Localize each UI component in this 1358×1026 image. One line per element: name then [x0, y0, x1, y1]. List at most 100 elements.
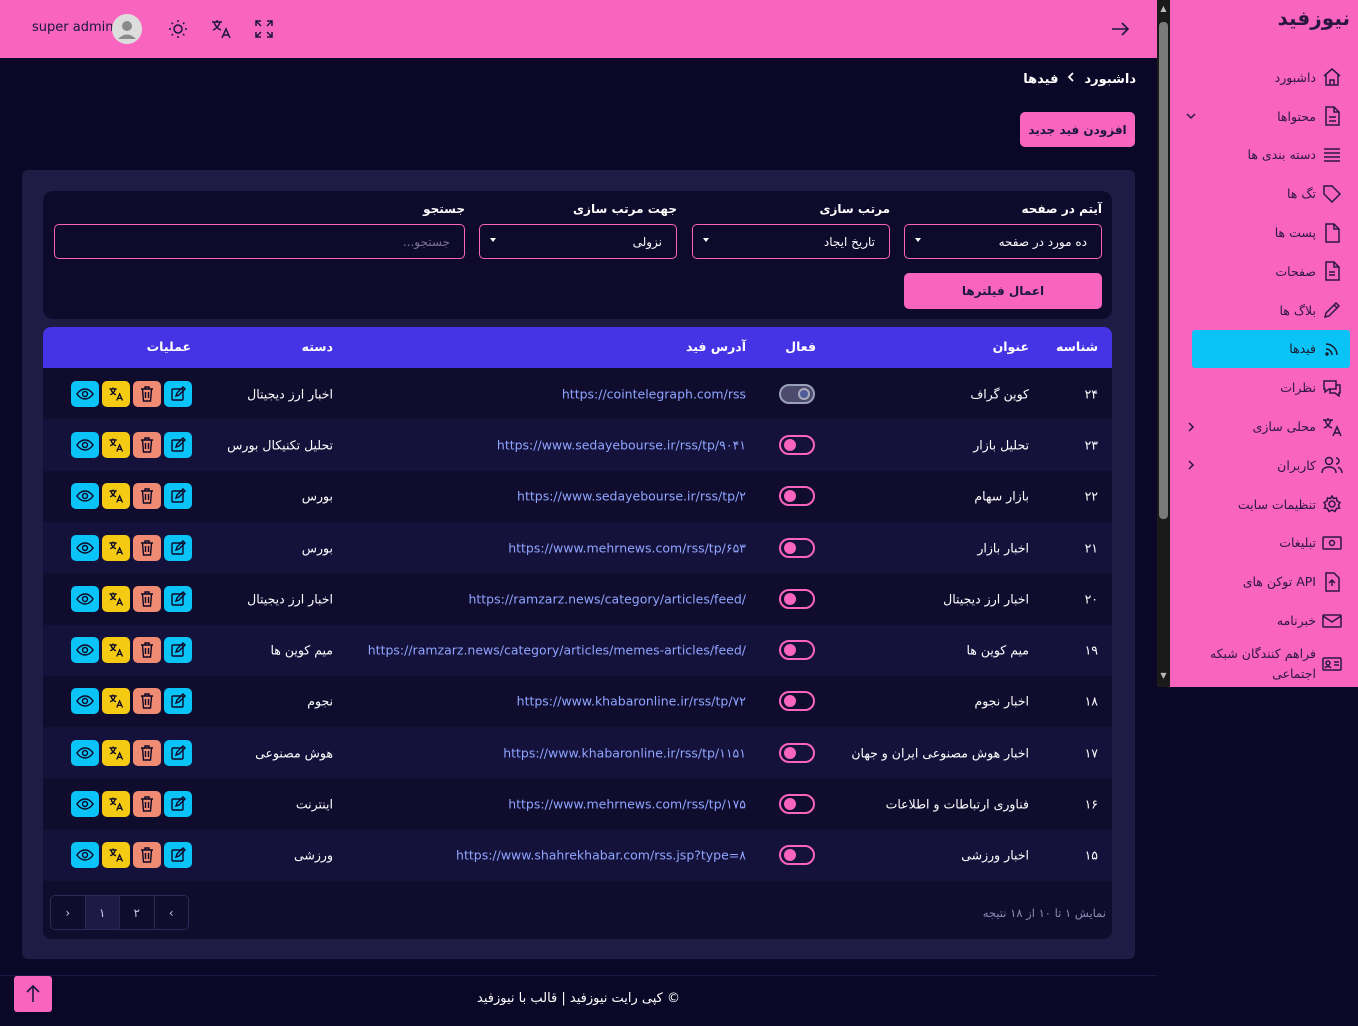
view-eye-icon[interactable] [71, 842, 99, 869]
edit-icon[interactable] [164, 791, 192, 818]
per-page-select[interactable]: ده مورد در صفحه [904, 224, 1102, 259]
sidebar-item-users[interactable]: کاربران [1170, 446, 1358, 485]
order-select[interactable]: نزولی [479, 224, 677, 259]
active-toggle[interactable] [779, 691, 815, 712]
active-toggle[interactable] [779, 434, 815, 455]
admin-name[interactable]: super admin [32, 20, 113, 35]
edit-icon[interactable] [164, 688, 192, 715]
sidebar-item-site-settings[interactable]: تنظیمات سایت [1170, 485, 1358, 524]
delete-trash-icon[interactable] [133, 637, 161, 664]
sidebar-item-tags[interactable]: تگ ها [1170, 174, 1358, 213]
view-eye-icon[interactable] [71, 483, 99, 510]
edit-icon[interactable] [164, 431, 192, 458]
add-feed-button[interactable]: افزودن فید جدید [1020, 112, 1135, 147]
scrollbar-thumb[interactable] [1159, 22, 1168, 519]
sidebar-item-feeds[interactable]: فیدها [1192, 329, 1350, 369]
active-toggle[interactable] [779, 640, 815, 661]
view-eye-icon[interactable] [71, 380, 99, 407]
header-id[interactable]: شناسه [1056, 339, 1098, 354]
delete-trash-icon[interactable] [133, 380, 161, 407]
view-eye-icon[interactable] [71, 585, 99, 612]
sidebar-item-api-tokens[interactable]: توکن های API [1170, 562, 1358, 601]
feed-url[interactable]: https://www.sedayebourse.ir/rss/tp/۲ [517, 489, 746, 504]
delete-trash-icon[interactable] [133, 791, 161, 818]
sidebar-item-dashboard[interactable]: داشبورد [1170, 58, 1358, 97]
sidebar-item-blogs[interactable]: بلاگ ها [1170, 291, 1358, 330]
breadcrumb-home[interactable]: داشبورد [1084, 72, 1136, 87]
feed-url[interactable]: https://ramzarz.news/category/articles/f… [468, 591, 746, 606]
active-toggle[interactable] [779, 588, 815, 609]
sort-select[interactable]: تاریخ ایجاد [692, 224, 890, 259]
feed-url[interactable]: https://www.khabaronline.ir/rss/tp/۱۱۵۱ [503, 745, 746, 760]
translate-icon[interactable] [102, 688, 130, 715]
translate-icon[interactable] [102, 431, 130, 458]
edit-icon[interactable] [164, 637, 192, 664]
translate-icon[interactable] [102, 739, 130, 766]
active-toggle[interactable] [779, 486, 815, 507]
scroll-up-arrow-icon[interactable]: ▲ [1159, 4, 1168, 14]
feed-url[interactable]: https://www.mehrnews.com/rss/tp/۱۷۵ [508, 797, 746, 812]
feed-url[interactable]: https://www.khabaronline.ir/rss/tp/۷۲ [517, 694, 746, 709]
view-eye-icon[interactable] [71, 637, 99, 664]
pagination-page-1[interactable]: ۱ [85, 896, 120, 929]
scroll-down-arrow-icon[interactable]: ▼ [1159, 671, 1168, 681]
active-toggle[interactable] [779, 383, 815, 404]
view-eye-icon[interactable] [71, 739, 99, 766]
active-toggle[interactable] [779, 845, 815, 866]
delete-trash-icon[interactable] [133, 431, 161, 458]
feed-url[interactable]: https://www.shahrekhabar.com/rss.jsp?typ… [456, 848, 746, 863]
view-eye-icon[interactable] [71, 431, 99, 458]
view-eye-icon[interactable] [71, 534, 99, 561]
sidebar-item-contents[interactable]: محتواها [1170, 97, 1358, 136]
delete-trash-icon[interactable] [133, 739, 161, 766]
avatar[interactable] [112, 14, 142, 44]
edit-icon[interactable] [164, 534, 192, 561]
delete-trash-icon[interactable] [133, 483, 161, 510]
edit-icon[interactable] [164, 842, 192, 869]
active-toggle[interactable] [779, 794, 815, 815]
fullscreen-icon[interactable] [250, 15, 278, 43]
edit-icon[interactable] [164, 483, 192, 510]
theme-toggle-sun-icon[interactable] [164, 15, 192, 43]
translate-icon[interactable] [102, 585, 130, 612]
sidebar-item-newsletter[interactable]: خبرنامه [1170, 601, 1358, 640]
sidebar-item-localization[interactable]: محلی سازی [1170, 407, 1358, 446]
sidebar-item-ads[interactable]: تبلیغات [1170, 524, 1358, 563]
arrow-right-icon[interactable] [1106, 15, 1134, 43]
edit-icon[interactable] [164, 739, 192, 766]
sidebar-item-social-providers[interactable]: فراهم کنندگان شبکه اجتماعی [1170, 640, 1358, 688]
active-toggle[interactable] [779, 537, 815, 558]
pagination-prev-icon[interactable]: ‹ [155, 896, 189, 929]
apply-filters-button[interactable]: اعمال فیلترها [904, 273, 1102, 309]
delete-trash-icon[interactable] [133, 688, 161, 715]
feed-url[interactable]: https://www.mehrnews.com/rss/tp/۶۵۳ [508, 540, 746, 555]
delete-trash-icon[interactable] [133, 534, 161, 561]
translate-icon[interactable] [102, 380, 130, 407]
pagination-page-2[interactable]: ۲ [120, 896, 155, 929]
page-scrollbar[interactable]: ▲ ▼ [1157, 0, 1170, 687]
header-title[interactable]: عنوان [993, 339, 1029, 354]
feed-url[interactable]: https://cointelegraph.com/rss [562, 386, 746, 401]
translate-icon[interactable] [102, 534, 130, 561]
feed-url[interactable]: https://www.sedayebourse.ir/rss/tp/۹۰۴۱ [497, 437, 746, 452]
translate-icon[interactable] [102, 791, 130, 818]
edit-icon[interactable] [164, 585, 192, 612]
header-category[interactable]: دسته [302, 339, 333, 354]
sidebar-item-categories[interactable]: دسته بندی ها [1170, 136, 1358, 175]
pagination-next-icon[interactable]: › [51, 896, 86, 929]
view-eye-icon[interactable] [71, 791, 99, 818]
active-toggle[interactable] [779, 742, 815, 763]
header-active[interactable]: فعال [785, 339, 816, 354]
sidebar-item-comments[interactable]: نظرات [1170, 368, 1358, 407]
search-input[interactable]: جستجو... [54, 224, 465, 259]
view-eye-icon[interactable] [71, 688, 99, 715]
sidebar-item-pages[interactable]: صفحات [1170, 252, 1358, 291]
delete-trash-icon[interactable] [133, 585, 161, 612]
header-url[interactable]: آدرس فید [686, 339, 746, 354]
delete-trash-icon[interactable] [133, 842, 161, 869]
translate-icon[interactable] [207, 15, 235, 43]
translate-icon[interactable] [102, 842, 130, 869]
translate-icon[interactable] [102, 483, 130, 510]
edit-icon[interactable] [164, 380, 192, 407]
translate-icon[interactable] [102, 637, 130, 664]
